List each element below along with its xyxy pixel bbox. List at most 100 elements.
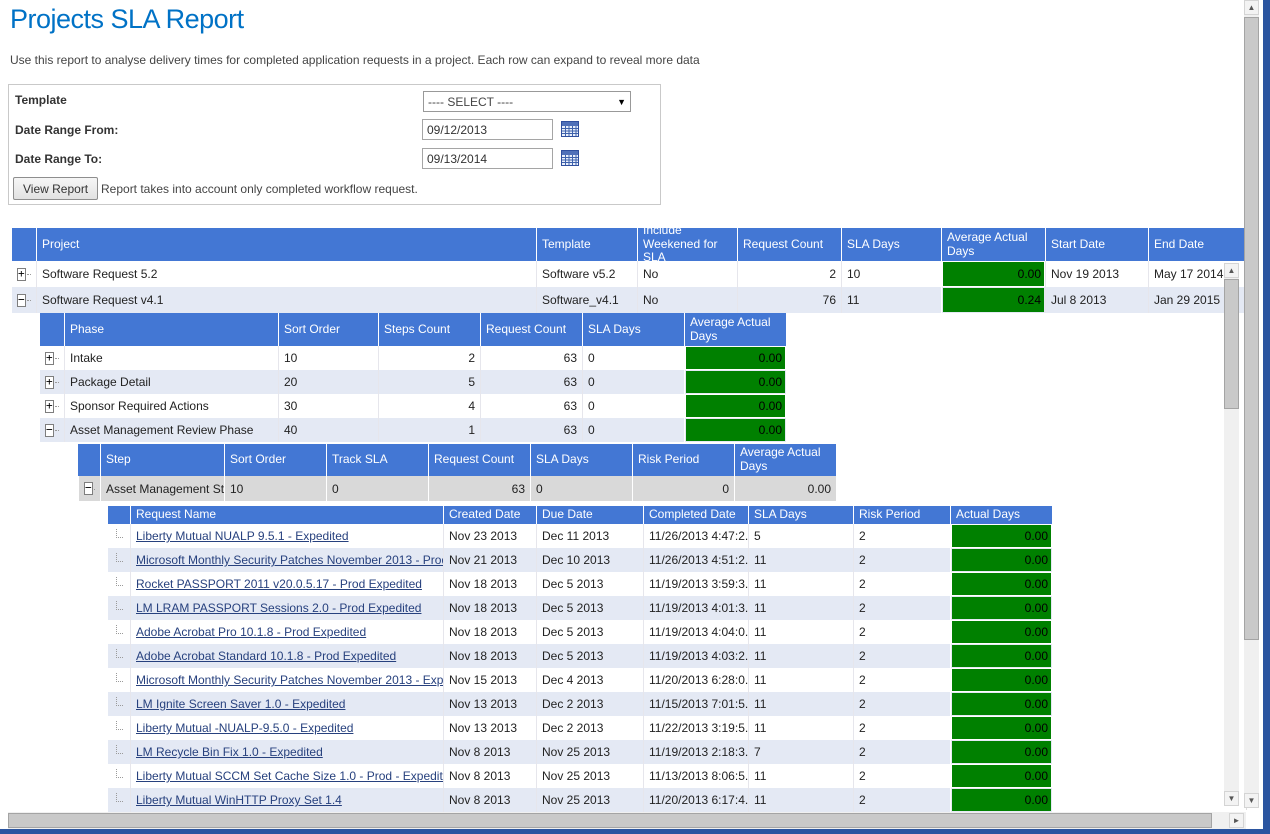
table-cell: 10: [278, 346, 378, 370]
horizontal-scrollbar[interactable]: ►: [8, 812, 1246, 829]
table-cell: Adobe Acrobat Pro 10.1.8 - Prod Expedite…: [130, 620, 443, 644]
table-cell: 0.00: [950, 788, 1052, 812]
table-cell: LM LRAM PASSPORT Sessions 2.0 - Prod Exp…: [130, 596, 443, 620]
collapse-minus-icon[interactable]: −: [17, 294, 26, 307]
collapse-minus-icon[interactable]: −: [45, 424, 54, 437]
table-cell: 2: [853, 572, 950, 596]
table-cell: Microsoft Monthly Security Patches Novem…: [130, 668, 443, 692]
column-header: Average Actual Days: [734, 444, 836, 476]
date-to-calendar-button[interactable]: [560, 150, 579, 167]
table-cell: +: [40, 346, 64, 370]
table-cell: 0.00: [950, 668, 1052, 692]
table-cell: 11/20/2013 6:28:0...: [643, 668, 748, 692]
request-link[interactable]: Adobe Acrobat Standard 10.1.8 - Prod Exp…: [136, 649, 396, 663]
sla-green-value: 0.00: [952, 765, 1051, 787]
expand-plus-icon[interactable]: +: [17, 268, 26, 281]
window-border: [0, 829, 1270, 834]
sla-green-value: 0.00: [952, 789, 1051, 811]
column-header: SLA Days: [582, 313, 684, 346]
report-note: Report takes into account only completed…: [101, 182, 418, 196]
chevron-down-icon: ▼: [617, 97, 626, 107]
request-link[interactable]: Microsoft Monthly Security Patches Novem…: [136, 553, 443, 567]
column-header: End Date: [1148, 228, 1246, 261]
table-cell: 2: [737, 261, 841, 287]
scroll-down-icon[interactable]: ▼: [1244, 793, 1259, 808]
request-link[interactable]: LM LRAM PASSPORT Sessions 2.0 - Prod Exp…: [136, 601, 421, 615]
table-cell: 0: [326, 476, 428, 501]
filter-panel: Template ---- SELECT ---- ▼ Date Range F…: [8, 84, 661, 205]
tree-line: [27, 273, 31, 275]
table-cell: 63: [428, 476, 530, 501]
request-link[interactable]: Liberty Mutual -NUALP-9.5.0 - Expedited: [136, 721, 353, 735]
request-link[interactable]: Rocket PASSPORT 2011 v20.0.5.17 - Prod E…: [136, 577, 422, 591]
date-from-label: Date Range From:: [15, 123, 118, 137]
request-link[interactable]: LM Ignite Screen Saver 1.0 - Expedited: [136, 697, 345, 711]
requests-table: Request NameCreated DateDue DateComplete…: [108, 506, 1052, 812]
request-link[interactable]: Liberty Mutual WinHTTP Proxy Set 1.4: [136, 793, 342, 807]
column-header: [78, 444, 100, 476]
table-cell: −: [40, 418, 64, 442]
calendar-icon: [561, 150, 579, 166]
expand-plus-icon[interactable]: +: [45, 400, 54, 413]
table-cell: 0.00: [684, 394, 786, 418]
grid-scrollbar-thumb[interactable]: [1224, 279, 1239, 409]
request-link[interactable]: Liberty Mutual SCCM Set Cache Size 1.0 -…: [136, 769, 443, 783]
tree-line: [55, 357, 59, 359]
table-cell: Nov 25 2013: [536, 740, 643, 764]
request-link[interactable]: Liberty Mutual NUALP 9.5.1 - Expedited: [136, 529, 349, 543]
date-to-label: Date Range To:: [15, 152, 102, 166]
sla-green-value: 0.00: [952, 549, 1051, 571]
scroll-down-icon[interactable]: ▼: [1224, 791, 1239, 806]
table-cell: 2: [378, 346, 480, 370]
table-cell: 11/19/2013 4:03:2...: [643, 644, 748, 668]
request-link[interactable]: Microsoft Monthly Security Patches Novem…: [136, 673, 443, 687]
column-header: Step: [100, 444, 224, 476]
table-cell: 0.00: [941, 261, 1045, 287]
table-cell: 11/26/2013 4:47:2...: [643, 524, 748, 548]
tree-line: [55, 429, 59, 431]
column-header: Risk Period: [853, 506, 950, 524]
table-cell: Asset Management Review Phase: [64, 418, 278, 442]
date-to-input[interactable]: [422, 148, 553, 169]
table-cell: 0: [582, 394, 684, 418]
column-header: Request Name: [130, 506, 443, 524]
table-cell: Nov 25 2013: [536, 788, 643, 812]
template-label: Template: [15, 93, 67, 107]
table-cell: Nov 18 2013: [443, 596, 536, 620]
grid-vertical-scrollbar[interactable]: ▲ ▼: [1224, 263, 1239, 806]
column-header: SLA Days: [841, 228, 941, 261]
scroll-up-icon[interactable]: ▲: [1224, 263, 1239, 278]
table-cell: Sponsor Required Actions: [64, 394, 278, 418]
template-select[interactable]: ---- SELECT ---- ▼: [423, 91, 631, 112]
page-scrollbar-thumb[interactable]: [1244, 17, 1259, 640]
table-row: Adobe Acrobat Standard 10.1.8 - Prod Exp…: [108, 644, 1052, 668]
request-link[interactable]: LM Recycle Bin Fix 1.0 - Expedited: [136, 745, 323, 759]
scroll-up-icon[interactable]: ▲: [1244, 0, 1259, 15]
table-cell: 0: [530, 476, 632, 501]
table-cell: Dec 5 2013: [536, 644, 643, 668]
scroll-right-icon[interactable]: ►: [1229, 813, 1244, 828]
table-cell: [108, 740, 130, 764]
table-row: LM Ignite Screen Saver 1.0 - ExpeditedNo…: [108, 692, 1052, 716]
column-header: Phase: [64, 313, 278, 346]
table-cell: [108, 596, 130, 620]
horizontal-scrollbar-thumb[interactable]: [8, 813, 1212, 828]
tree-leaf-icon: [116, 553, 123, 562]
view-report-button[interactable]: View Report: [13, 177, 98, 200]
table-cell: 0.00: [684, 418, 786, 442]
expand-plus-icon[interactable]: +: [45, 352, 54, 365]
request-link[interactable]: Adobe Acrobat Pro 10.1.8 - Prod Expedite…: [136, 625, 366, 639]
table-cell: 11/13/2013 8:06:5...: [643, 764, 748, 788]
table-cell: 0: [582, 346, 684, 370]
table-cell: 11: [841, 287, 941, 313]
date-from-calendar-button[interactable]: [560, 121, 579, 138]
table-cell: Software Request 5.2: [36, 261, 536, 287]
expand-plus-icon[interactable]: +: [45, 376, 54, 389]
date-from-input[interactable]: [422, 119, 553, 140]
table-row: Adobe Acrobat Pro 10.1.8 - Prod Expedite…: [108, 620, 1052, 644]
collapse-minus-icon[interactable]: −: [84, 482, 93, 495]
table-cell: 2: [853, 548, 950, 572]
table-cell: 11/19/2013 2:18:3...: [643, 740, 748, 764]
page-vertical-scrollbar[interactable]: ▲ ▼: [1244, 0, 1259, 808]
table-cell: Jul 8 2013: [1045, 287, 1148, 313]
